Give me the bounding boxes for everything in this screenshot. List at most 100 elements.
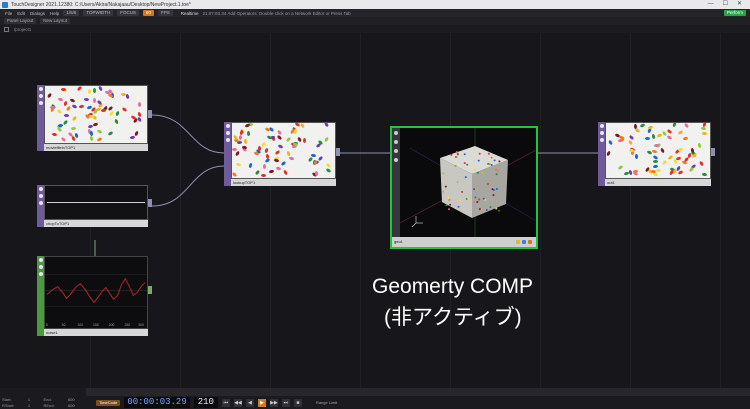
realtime-toggle[interactable]: Realtime <box>181 11 199 16</box>
perform-button[interactable]: Perform <box>723 10 746 16</box>
jelly-bean <box>318 155 324 162</box>
output-connector[interactable] <box>711 148 715 156</box>
viewer-toggle[interactable] <box>38 87 43 91</box>
node-choptotop[interactable]: chopToTOP1 <box>37 185 152 227</box>
axis-tick: 150 <box>93 323 99 327</box>
jelly-bean <box>129 135 136 140</box>
bypass-toggle[interactable] <box>394 140 398 144</box>
rstart-value[interactable]: 1 <box>28 403 40 409</box>
lock-toggle[interactable] <box>394 149 398 153</box>
jelly-bean <box>60 136 67 143</box>
viewer-toggle[interactable] <box>225 124 230 128</box>
bypass-toggle[interactable] <box>599 131 604 135</box>
jelly-bean <box>652 164 659 169</box>
network-editor[interactable]: moviefileinTOP1 chopToTOP1 0 50 100 150 … <box>0 33 750 388</box>
jelly-bean <box>651 149 658 154</box>
bypass-toggle[interactable] <box>225 131 230 135</box>
timeline-ruler[interactable] <box>86 388 750 396</box>
node-flags <box>37 185 44 227</box>
bypass-toggle[interactable] <box>38 94 43 98</box>
cube-dot <box>455 151 458 154</box>
timecode-mode-button[interactable]: TimeCode <box>96 399 121 406</box>
menu-edit[interactable]: Edit <box>17 11 25 16</box>
network-path[interactable]: /project1 <box>14 27 31 32</box>
cube-dot <box>447 196 450 199</box>
axis-tick: 300 <box>138 323 144 327</box>
bypass-toggle[interactable] <box>38 194 43 198</box>
jelly-bean <box>78 103 85 109</box>
jelly-bean <box>235 162 242 167</box>
output-connector[interactable] <box>148 110 152 118</box>
lock-toggle[interactable] <box>38 101 43 105</box>
node-noise-chop[interactable]: 0 50 100 150 200 250 300 noise1 <box>37 256 152 336</box>
clone-toggle[interactable] <box>394 158 398 162</box>
stop-button[interactable]: ■ <box>293 398 302 407</box>
output-connector[interactable] <box>336 148 340 156</box>
output-connector[interactable] <box>148 199 152 207</box>
flag-icon[interactable] <box>516 240 520 244</box>
viewer-toggle[interactable] <box>38 258 43 262</box>
fast-forward-button[interactable]: ▶▶ <box>269 398 278 407</box>
flag-icon[interactable] <box>528 240 532 244</box>
wire-chop-lookup <box>151 165 225 207</box>
rewind-button[interactable]: ◀◀ <box>233 398 242 407</box>
node-out[interactable]: out1 <box>598 122 715 186</box>
play-button[interactable]: ▶ <box>257 398 266 407</box>
step-back-button[interactable]: ◀ <box>245 398 254 407</box>
toolbar-chip[interactable]: 1/5/6 <box>63 10 80 16</box>
menu-help[interactable]: Help <box>50 11 59 16</box>
new-layout-button[interactable]: New Layout <box>40 18 71 24</box>
minimize-button[interactable]: — <box>708 0 714 9</box>
jelly-bean <box>238 134 242 141</box>
node-flags <box>37 85 44 151</box>
node-lookup[interactable]: lookupTOP1 <box>224 122 340 186</box>
fps-value[interactable]: 60 <box>143 10 155 16</box>
frame-field[interactable]: 210 <box>193 397 218 408</box>
jelly-bean <box>71 115 77 122</box>
timecode-display[interactable]: 00:00:03.29 <box>124 397 190 408</box>
jelly-bean <box>617 164 624 171</box>
close-button[interactable]: ✕ <box>737 0 742 9</box>
home-icon[interactable] <box>4 26 9 32</box>
lock-toggle[interactable] <box>599 138 604 142</box>
timeline-range-info: Start: 1 End: 600 RStart: 1 REnd: 600 <box>0 396 86 409</box>
viewer-toggle[interactable] <box>599 124 604 128</box>
cube-dot <box>455 156 457 158</box>
jelly-bean <box>255 169 261 176</box>
toolbar-chip[interactable]: TOPWIDTH <box>83 10 114 16</box>
node-flags <box>598 122 605 186</box>
cube-dot <box>467 197 470 200</box>
title-bar: TouchDesigner 2021.12380: C:/Users/Akira… <box>0 0 750 9</box>
jelly-bean <box>666 134 673 141</box>
flag-icon[interactable] <box>522 240 526 244</box>
jelly-bean <box>268 169 274 174</box>
viewer-toggle[interactable] <box>394 131 398 135</box>
output-connector[interactable] <box>148 286 152 294</box>
panel-layout-button[interactable]: Panel Layout <box>4 18 37 24</box>
node-label: moviefileinTOP1 <box>44 144 148 151</box>
bypass-toggle[interactable] <box>38 265 43 269</box>
node-geometry-comp[interactable]: geo1 <box>390 126 538 249</box>
cube-dot <box>474 196 477 199</box>
lock-toggle[interactable] <box>38 272 43 276</box>
go-to-end-button[interactable]: ⏭ <box>281 398 290 407</box>
toolbar-chip[interactable]: FOCUS <box>117 10 139 16</box>
jelly-bean <box>652 159 658 164</box>
maximize-button[interactable]: ☐ <box>723 0 728 9</box>
lock-toggle[interactable] <box>225 138 230 142</box>
noise-graph: 0 50 100 150 200 250 300 <box>45 274 147 327</box>
jelly-bean <box>294 129 298 135</box>
go-to-start-button[interactable]: ⏮ <box>221 398 230 407</box>
menu-file[interactable]: File <box>5 11 12 16</box>
viewer-toggle[interactable] <box>38 187 43 191</box>
lock-toggle[interactable] <box>38 201 43 205</box>
jelly-bean <box>64 113 70 118</box>
rend-value[interactable]: 600 <box>68 403 84 409</box>
menu-dialogs[interactable]: Dialogs <box>30 11 45 16</box>
node-moviefilein[interactable]: moviefileinTOP1 <box>37 85 152 151</box>
range-limit-toggle[interactable]: Range Limit <box>316 400 337 405</box>
jelly-bean <box>660 147 666 154</box>
jelly-bean <box>656 133 663 139</box>
jelly-bean <box>89 135 94 142</box>
cube-dot <box>476 188 479 191</box>
